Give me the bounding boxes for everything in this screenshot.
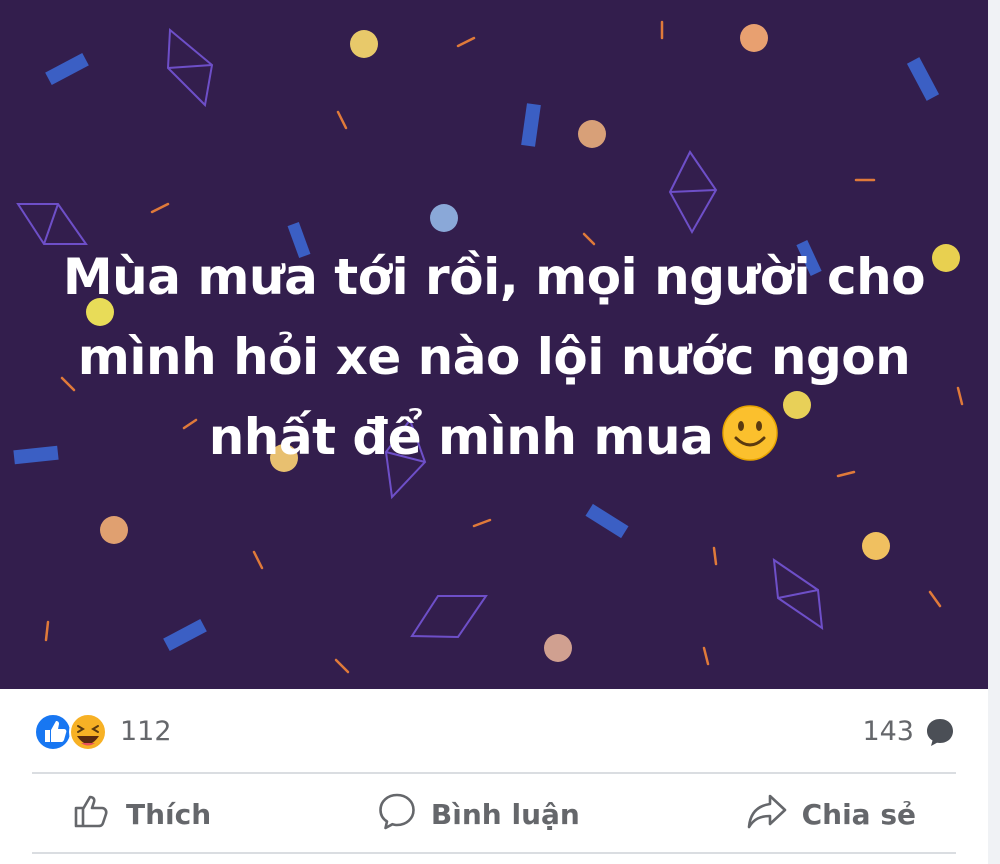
share-button-label: Chia sẻ — [801, 797, 916, 831]
post-text-line-3: nhất để mình mua — [40, 397, 948, 485]
share-button[interactable]: Chia sẻ — [706, 776, 956, 852]
post-text-line-2: mình hỏi xe nào lội nước ngon — [77, 328, 911, 386]
reaction-icons[interactable] — [34, 710, 114, 754]
post-actions: Thích Bình luận Chia sẻ — [32, 776, 956, 852]
post-text-line-3-label: nhất để mình mua — [208, 408, 714, 466]
reactions-summary: 112 143 — [34, 710, 956, 754]
comment-bubble-icon — [924, 716, 956, 753]
like-reaction-icon — [34, 713, 72, 751]
divider-bottom — [32, 852, 956, 854]
like-button[interactable]: Thích — [32, 776, 251, 852]
comment-button[interactable]: Bình luận — [337, 776, 620, 852]
reaction-count[interactable]: 112 — [120, 716, 172, 747]
like-button-label: Thích — [126, 797, 212, 831]
page-edge — [988, 0, 1000, 864]
post-background: Mùa mưa tới rồi, mọi người cho mình hỏi … — [0, 0, 988, 689]
divider-top — [32, 772, 956, 774]
comment-icon — [377, 791, 417, 838]
comment-count[interactable]: 143 — [862, 716, 914, 747]
post-text-line-1: Mùa mưa tới rồi, mọi người cho — [62, 248, 926, 306]
slightly-smiling-face-icon — [721, 404, 779, 485]
haha-reaction-icon — [69, 713, 107, 751]
thumbs-up-icon — [72, 791, 112, 838]
share-arrow-icon — [746, 791, 788, 838]
post-status-text: Mùa mưa tới rồi, mọi người cho mình hỏi … — [40, 237, 948, 485]
comment-button-label: Bình luận — [430, 797, 580, 831]
